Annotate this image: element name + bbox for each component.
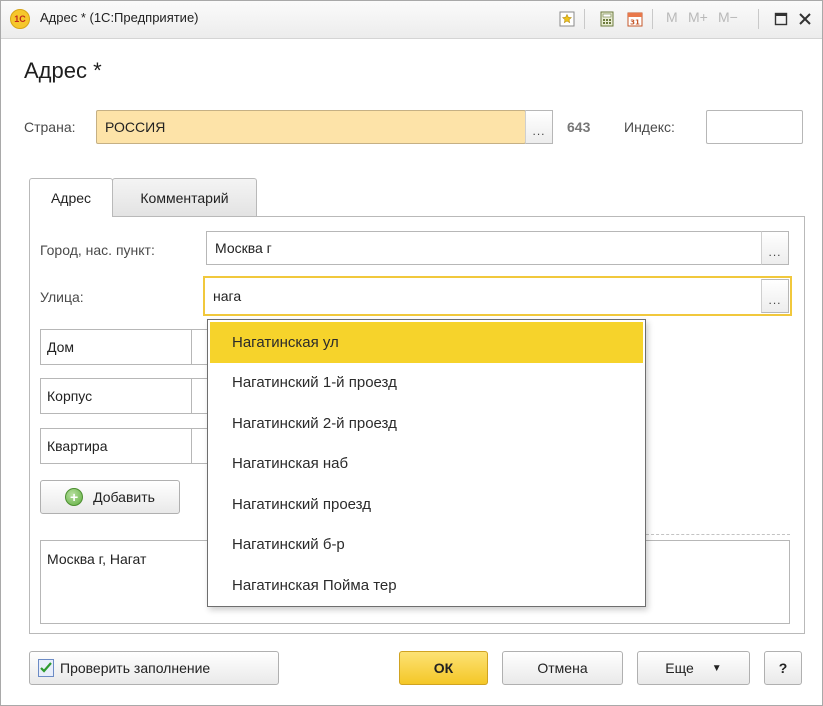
city-label: Город, нас. пункт: <box>40 242 155 258</box>
mem-button-m[interactable]: M <box>666 9 678 25</box>
toolbar-separator <box>758 9 759 29</box>
calculator-icon[interactable] <box>596 8 618 30</box>
suggestion-item[interactable]: Нагатинская Пойма тер <box>208 565 645 606</box>
chevron-down-icon: ▼ <box>711 662 722 674</box>
suggestion-item[interactable]: Нагатинский проезд <box>208 484 645 525</box>
street-value: нага <box>213 288 242 304</box>
window-title: Адрес * (1С:Предприятие) <box>40 10 199 25</box>
checklist-icon <box>38 659 54 677</box>
more-label: Еще <box>665 660 694 676</box>
ok-button[interactable]: ОК <box>399 651 488 685</box>
mem-button-m-plus[interactable]: M+ <box>688 9 708 25</box>
add-button-label: Добавить <box>93 489 155 505</box>
check-fill-button[interactable]: Проверить заполнение <box>29 651 279 685</box>
suggestion-item[interactable]: Нагатинская наб <box>208 444 645 485</box>
house-label: Дом <box>47 339 75 355</box>
app-logo-icon: 1С <box>10 9 30 29</box>
index-input[interactable] <box>706 110 803 144</box>
tab-address-label: Адрес <box>50 190 92 206</box>
tab-comment[interactable]: Комментарий <box>112 178 257 216</box>
check-fill-label: Проверить заполнение <box>60 660 211 676</box>
country-select-button[interactable]: ... <box>525 110 553 144</box>
city-value: Москва г <box>215 240 272 256</box>
mem-button-m-minus[interactable]: M− <box>718 9 738 25</box>
help-label: ? <box>778 660 788 676</box>
suggestion-item[interactable]: Нагатинский 1-й проезд <box>208 363 645 404</box>
suggestion-item[interactable]: Нагатинский б-р <box>208 525 645 566</box>
more-button[interactable]: Еще ▼ <box>637 651 750 685</box>
suggestion-item[interactable]: Нагатинская ул <box>210 322 643 363</box>
country-input[interactable]: РОССИЯ <box>96 110 526 144</box>
ok-label: ОК <box>433 660 454 676</box>
cancel-label: Отмена <box>537 660 588 676</box>
country-label: Страна: <box>24 119 76 135</box>
form-title: Адрес * <box>24 58 102 83</box>
city-input[interactable]: Москва г <box>206 231 762 265</box>
toolbar-separator <box>652 9 653 29</box>
country-code: 643 <box>567 119 591 135</box>
street-input[interactable]: нага <box>203 276 792 316</box>
suggestion-item[interactable]: Нагатинский 2-й проезд <box>208 403 645 444</box>
tab-address[interactable]: Адрес <box>29 178 113 217</box>
country-value: РОССИЯ <box>105 119 166 135</box>
add-icon: + <box>65 488 84 506</box>
help-button[interactable]: ? <box>764 651 802 685</box>
city-select-button[interactable]: ... <box>761 231 789 265</box>
svg-text:31: 31 <box>630 19 640 27</box>
tab-comment-label: Комментарий <box>140 189 229 206</box>
index-label: Индекс: <box>624 119 675 135</box>
apartment-type-select[interactable]: Квартира <box>40 428 208 464</box>
calendar-icon[interactable]: 31 <box>624 8 646 30</box>
street-select-button[interactable]: ... <box>761 279 789 313</box>
favorite-icon[interactable] <box>556 8 578 30</box>
house-type-select[interactable]: Дом <box>40 329 208 365</box>
toolbar-separator <box>584 9 585 29</box>
street-label: Улица: <box>40 289 84 305</box>
apartment-label: Квартира <box>47 438 108 454</box>
maximize-icon[interactable] <box>770 8 792 30</box>
close-icon[interactable] <box>794 8 816 30</box>
street-suggestions-dropdown: Нагатинская ул Нагатинский 1-й проезд На… <box>207 319 646 607</box>
building-label: Корпус <box>47 388 93 404</box>
divider <box>646 534 790 535</box>
address-preview-text: Москва г, Нагат <box>47 551 147 567</box>
cancel-button[interactable]: Отмена <box>502 651 623 685</box>
building-type-select[interactable]: Корпус <box>40 378 208 414</box>
add-button[interactable]: + Добавить <box>40 480 180 514</box>
